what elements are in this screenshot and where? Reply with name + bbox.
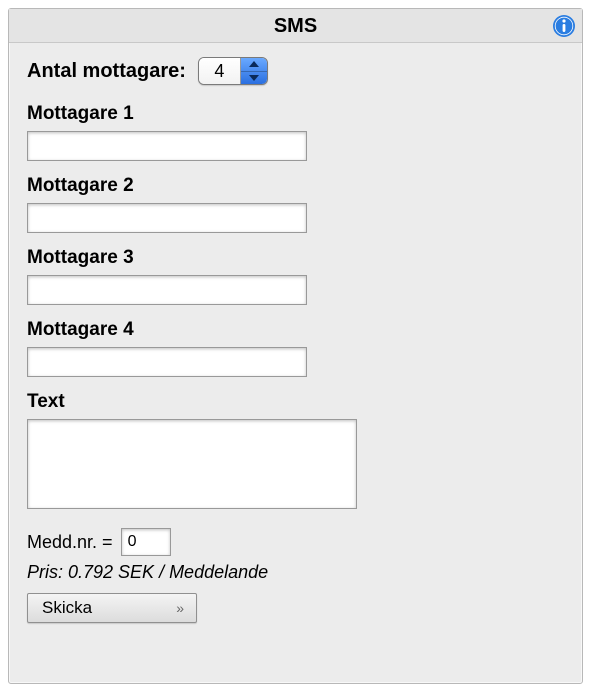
price-text: Pris: 0.792 SEK / Meddelande (27, 562, 564, 583)
recipient-group-4: Mottagare 4 (27, 319, 564, 377)
chevron-right-icon: » (176, 600, 182, 616)
recipient-group-2: Mottagare 2 (27, 175, 564, 233)
message-label: Text (27, 391, 564, 413)
stepper-arrows (241, 58, 267, 84)
recipient-input-1[interactable] (27, 131, 307, 161)
recipient-input-2[interactable] (27, 203, 307, 233)
panel-title: SMS (274, 15, 317, 37)
recipient-label-1: Mottagare 1 (27, 103, 564, 125)
stepper-down[interactable] (241, 72, 267, 85)
message-textarea[interactable] (27, 419, 357, 509)
titlebar: SMS (9, 9, 582, 43)
recipient-label-4: Mottagare 4 (27, 319, 564, 341)
sms-panel: SMS Antal mottagare: 4 (8, 8, 583, 684)
recipient-input-3[interactable] (27, 275, 307, 305)
send-button[interactable]: Skicka » (27, 593, 197, 623)
chevron-up-icon (249, 61, 259, 68)
recipient-label-3: Mottagare 3 (27, 247, 564, 269)
recipient-input-4[interactable] (27, 347, 307, 377)
meddnr-input[interactable] (121, 528, 171, 556)
recipient-count-stepper[interactable]: 4 (198, 57, 268, 85)
message-group: Text (27, 391, 564, 514)
form-content: Antal mottagare: 4 Mottagare 1 Mottagare… (9, 43, 582, 637)
send-button-label: Skicka (42, 598, 92, 618)
recipient-count-value: 4 (199, 58, 241, 84)
recipient-group-1: Mottagare 1 (27, 103, 564, 161)
recipient-label-2: Mottagare 2 (27, 175, 564, 197)
meddnr-row: Medd.nr. = (27, 528, 564, 556)
recipient-group-3: Mottagare 3 (27, 247, 564, 305)
info-button[interactable] (552, 14, 576, 38)
info-icon (552, 14, 576, 38)
recipient-count-label: Antal mottagare: (27, 60, 186, 83)
chevron-down-icon (249, 74, 259, 81)
stepper-up[interactable] (241, 58, 267, 72)
recipient-count-row: Antal mottagare: 4 (27, 57, 564, 85)
meddnr-label: Medd.nr. = (27, 532, 113, 553)
